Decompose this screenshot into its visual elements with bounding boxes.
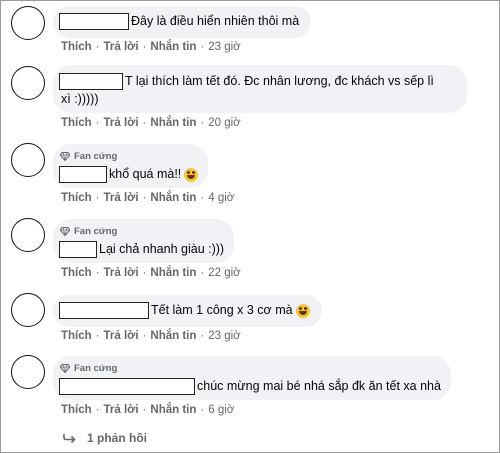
comment-time[interactable]: 20 giờ [208,117,240,129]
like-button[interactable]: Thích [61,41,92,53]
message-button[interactable]: Nhắn tin [150,404,196,416]
view-replies-link[interactable]: 1 phản hồi [63,431,147,445]
avatar[interactable] [11,143,45,177]
message-button[interactable]: Nhắn tin [150,117,196,129]
avatar[interactable] [11,355,45,389]
diamond-icon [60,363,70,373]
redacted-author-name[interactable] [59,302,149,319]
like-button[interactable]: Thích [61,330,92,342]
avatar[interactable] [11,293,45,327]
comment-actions: Thích · Trả lời · Nhắn tin · 22 giờ [61,267,241,279]
comment-time[interactable]: 6 giờ [208,404,234,416]
like-button[interactable]: Thích [61,117,92,129]
redacted-author-name[interactable] [59,378,195,395]
badge-label: Fan cứng [74,362,118,374]
laughing-emoji-icon [295,303,310,318]
reply-button[interactable]: Trả lời [104,117,139,129]
comment-text: Lại chả nhanh giàu :))) [99,242,225,256]
comment-text-line: xì :))))) [61,92,99,106]
fan-badge: Fan cứng [59,362,441,374]
fan-badge: Fan cứng [59,150,198,162]
comment-actions: Thích · Trả lời · Nhắn tin · 23 giờ [61,330,241,342]
comment-time[interactable]: 23 giờ [208,41,240,53]
redacted-author-name[interactable] [59,13,129,30]
laughing-emoji-icon [184,167,199,182]
comment-text: Đây là điều hiển nhiên thôi mà [131,14,300,28]
redacted-author-name[interactable] [59,241,97,258]
comment-text: chúc mừng mai bé nhá sắp đk ăn tết xa nh… [197,379,441,393]
reply-button[interactable]: Trả lời [104,41,139,53]
badge-label: Fan cứng [74,225,118,237]
reply-button[interactable]: Trả lời [104,267,139,279]
reply-arrow-icon [63,434,76,443]
comment-actions: Thích · Trả lời · Nhắn tin · 20 giờ [61,117,241,129]
like-button[interactable]: Thích [61,192,92,204]
like-button[interactable]: Thích [61,267,92,279]
comment-bubble: Fan cứng khổ quá mà!! [53,144,209,188]
comment-bubble: Fan cứng Lại chả nhanh giàu :))) [53,219,235,263]
replies-count-label[interactable]: 1 phản hồi [87,431,147,445]
avatar[interactable] [11,218,45,252]
avatar[interactable] [11,66,45,100]
comment-bubble: Đây là điều hiển nhiên thôi mà [53,6,312,38]
avatar[interactable] [11,6,45,40]
redacted-author-name[interactable] [59,166,107,183]
comment-time[interactable]: 23 giờ [208,330,240,342]
fan-badge: Fan cứng [59,225,224,237]
comment-text: khổ quá mà!! [109,167,182,181]
reply-button[interactable]: Trả lời [104,330,139,342]
comment-actions: Thích · Trả lời · Nhắn tin · 6 giờ [61,404,235,416]
message-button[interactable]: Nhắn tin [150,267,196,279]
comment-thread: Đây là điều hiển nhiên thôi mà Thích · Tr… [0,0,500,453]
comment-text: Tết làm 1 công x 3 cơ mà [151,303,293,317]
comment-bubble: Fan cứng chúc mừng mai bé nhá sắp đk ăn … [53,356,451,400]
comment-actions: Thích · Trả lời · Nhắn tin · 23 giờ [61,41,241,53]
comment-time[interactable]: 4 giờ [208,192,234,204]
like-button[interactable]: Thích [61,404,92,416]
comment-bubble: T lại thích làm tết đó. Đc nhân lương, đ… [53,65,467,113]
reply-button[interactable]: Trả lời [104,404,139,416]
message-button[interactable]: Nhắn tin [150,192,196,204]
message-button[interactable]: Nhắn tin [150,41,196,53]
diamond-icon [60,151,70,161]
comment-text-line: T lại thích làm tết đó. Đc nhân lương, đ… [125,74,434,88]
comment-actions: Thích · Trả lời · Nhắn tin · 4 giờ [61,192,235,204]
comment-bubble: Tết làm 1 công x 3 cơ mà [53,295,322,327]
message-button[interactable]: Nhắn tin [150,330,196,342]
badge-label: Fan cứng [74,150,118,162]
diamond-icon [60,226,70,236]
comment-time[interactable]: 22 giờ [208,267,240,279]
redacted-author-name[interactable] [59,73,123,90]
reply-button[interactable]: Trả lời [104,192,139,204]
